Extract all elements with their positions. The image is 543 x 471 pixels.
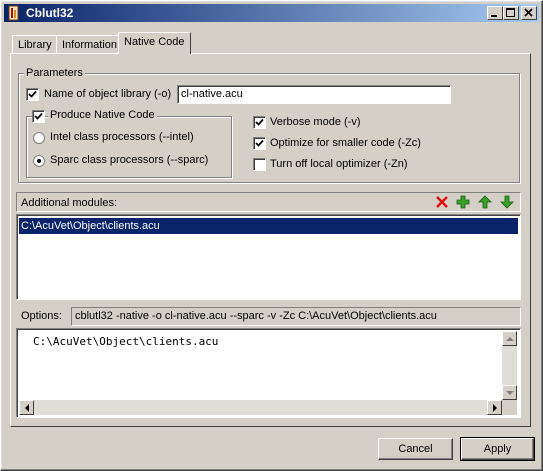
- intel-radio[interactable]: [33, 132, 45, 144]
- apply-button[interactable]: Apply: [460, 437, 535, 461]
- tab-native-code-label: Native Code: [124, 36, 185, 48]
- parameters-legend: Parameters: [24, 67, 85, 79]
- arrow-down-icon: [506, 391, 514, 395]
- window-title: Cblutl32: [26, 6, 74, 20]
- sparc-label: Sparc class processors (--sparc): [50, 154, 209, 166]
- maximize-icon: [506, 8, 515, 17]
- vertical-scrollbar[interactable]: [502, 331, 517, 400]
- title-bar: Cblutl32: [4, 4, 539, 22]
- sparc-radio[interactable]: [33, 155, 45, 167]
- list-item[interactable]: C:\AcuVet\Object\clients.acu: [19, 218, 518, 234]
- arrow-up-icon: [506, 337, 514, 341]
- checkmark-icon: [255, 118, 264, 126]
- delete-icon[interactable]: [435, 195, 449, 209]
- optimize-checkbox[interactable]: [253, 137, 266, 150]
- minimize-button[interactable]: [487, 6, 503, 20]
- native-code-group: [26, 116, 232, 178]
- object-library-input[interactable]: cl-native.acu: [177, 85, 451, 104]
- tab-information-label: Information: [62, 39, 118, 51]
- produce-native-label: Produce Native Code: [48, 109, 157, 121]
- object-library-label: Name of object library (-o): [44, 88, 172, 100]
- tab-library[interactable]: Library: [12, 35, 58, 54]
- horizontal-scrollbar[interactable]: [19, 400, 502, 415]
- options-memo[interactable]: C:\AcuVet\Object\clients.acu: [16, 328, 521, 418]
- checkmark-icon: [255, 139, 264, 147]
- options-command-field: cblutl32 -native -o cl-native.acu --spar…: [71, 307, 521, 326]
- scroll-up-button[interactable]: [502, 331, 517, 346]
- options-label: Options:: [21, 310, 62, 322]
- object-library-checkbox[interactable]: [26, 88, 39, 101]
- scroll-corner: [502, 400, 517, 415]
- verbose-checkbox[interactable]: [253, 116, 266, 129]
- move-down-icon[interactable]: [500, 195, 514, 209]
- minimize-icon: [491, 15, 497, 17]
- tab-library-label: Library: [18, 39, 52, 51]
- verbose-label: Verbose mode (-v): [270, 116, 361, 128]
- cancel-button[interactable]: Cancel: [378, 438, 453, 460]
- checkmark-icon: [34, 112, 43, 120]
- close-button[interactable]: [521, 6, 537, 20]
- local-optimizer-checkbox[interactable]: [253, 158, 266, 171]
- scroll-left-button[interactable]: [19, 400, 34, 415]
- local-optimizer-label: Turn off local optimizer (-Zn): [270, 158, 408, 170]
- scroll-right-button[interactable]: [487, 400, 502, 415]
- memo-text: C:\AcuVet\Object\clients.acu: [33, 335, 219, 348]
- radio-dot: [37, 159, 41, 163]
- maximize-button[interactable]: [503, 6, 519, 20]
- add-icon[interactable]: [456, 195, 470, 209]
- close-icon: [524, 8, 533, 17]
- modules-list[interactable]: C:\AcuVet\Object\clients.acu: [16, 214, 521, 300]
- checkmark-icon: [28, 90, 37, 98]
- scroll-down-button[interactable]: [502, 385, 517, 400]
- intel-label: Intel class processors (--intel): [50, 131, 194, 143]
- app-icon: [8, 5, 19, 21]
- modules-label: Additional modules:: [21, 197, 118, 209]
- optimize-label: Optimize for smaller code (-Zc): [270, 137, 421, 149]
- produce-native-checkbox[interactable]: [32, 110, 45, 123]
- tab-information[interactable]: Information: [56, 35, 124, 54]
- arrow-left-icon: [25, 404, 29, 412]
- move-up-icon[interactable]: [478, 195, 492, 209]
- arrow-right-icon: [493, 404, 497, 412]
- tab-native-code[interactable]: Native Code: [118, 32, 191, 54]
- dialog-window: Cblutl32 Library Information Native Code…: [0, 0, 543, 471]
